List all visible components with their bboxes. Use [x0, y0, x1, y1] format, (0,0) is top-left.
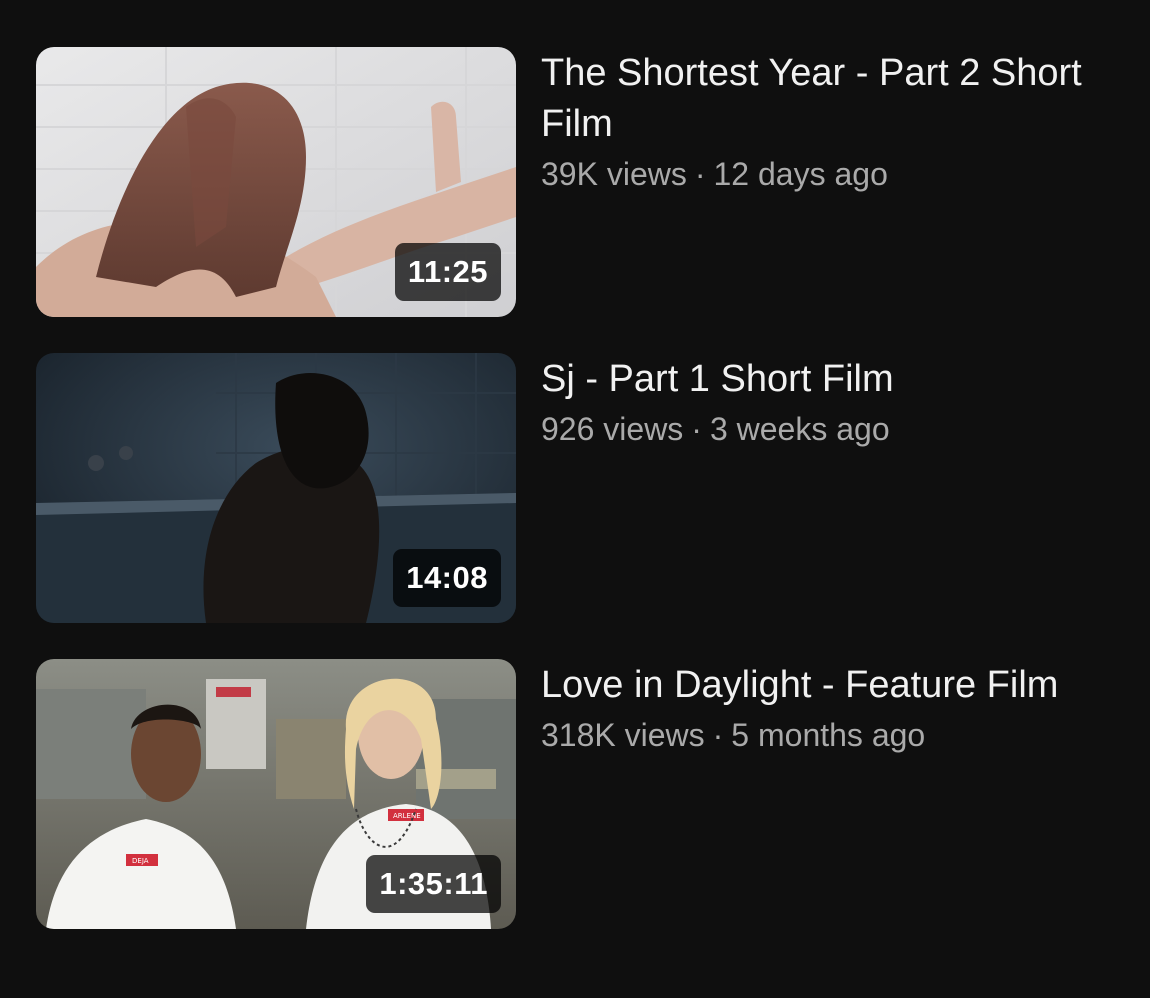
video-details: The Shortest Year - Part 2 Short Film 39…: [541, 47, 1101, 317]
video-list: 11:25 The Shortest Year - Part 2 Short F…: [0, 0, 1150, 998]
video-title[interactable]: Love in Daylight - Feature Film: [541, 660, 1101, 711]
duration-badge: 14:08: [393, 549, 501, 607]
view-count: 926 views: [541, 411, 684, 447]
video-item[interactable]: DEJA ARLENE 1:35:11 Love in Daylight - F…: [36, 659, 1126, 929]
video-stats: 39K views · 12 days ago: [541, 150, 1101, 198]
video-stats: 926 views · 3 weeks ago: [541, 405, 1101, 453]
separator-dot: ·: [712, 717, 724, 753]
video-title[interactable]: The Shortest Year - Part 2 Short Film: [541, 48, 1101, 150]
name-tag-deja: DEJA: [132, 857, 149, 865]
view-count: 318K views: [541, 717, 705, 753]
video-thumbnail[interactable]: 11:25: [36, 47, 516, 317]
video-title[interactable]: Sj - Part 1 Short Film: [541, 354, 1101, 405]
separator-dot: ·: [691, 411, 702, 447]
name-tag-arlene: ARLENE: [393, 812, 421, 820]
video-details: Love in Daylight - Feature Film 318K vie…: [541, 659, 1101, 929]
upload-age: 5 months ago: [731, 717, 926, 753]
duration-badge: 11:25: [394, 243, 501, 301]
view-count: 39K views: [541, 156, 687, 192]
video-item[interactable]: 11:25 The Shortest Year - Part 2 Short F…: [36, 47, 1126, 317]
video-thumbnail[interactable]: 14:08: [36, 353, 516, 623]
separator-dot: ·: [694, 156, 706, 192]
upload-age: 12 days ago: [713, 156, 888, 192]
duration-badge: 1:35:11: [366, 855, 501, 913]
video-thumbnail[interactable]: DEJA ARLENE 1:35:11: [36, 659, 516, 929]
video-details: Sj - Part 1 Short Film 926 views · 3 weeks…: [541, 353, 1101, 623]
video-item[interactable]: 14:08 Sj - Part 1 Short Film 926 views · 3…: [36, 353, 1126, 623]
video-stats: 318K views · 5 months ago: [541, 711, 1101, 759]
upload-age: 3 weeks ago: [709, 411, 890, 447]
